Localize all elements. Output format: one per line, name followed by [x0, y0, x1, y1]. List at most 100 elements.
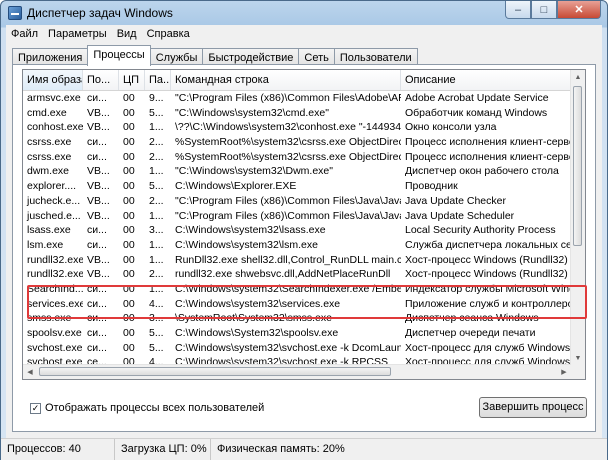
table-row[interactable]: csrss.exe си... 00 2... %SystemRoot%\system3…	[23, 150, 572, 165]
table-cell: %SystemRoot%\system32\csrss.exe ObjectDi…	[175, 150, 401, 163]
table-cell: Диспетчер окон рабочего стола	[405, 165, 559, 178]
table-row[interactable]: lsass.exe си... 00 3... C:\Windows\system32\…	[23, 223, 572, 238]
column-description[interactable]: Описание	[401, 70, 572, 90]
scrollbar-corner	[571, 365, 585, 379]
table-cell: conhost.exe	[27, 121, 83, 134]
table-cell: 1...	[149, 165, 164, 178]
window-title: Диспетчер задач Windows	[27, 6, 173, 20]
scroll-up-icon[interactable]: ▲	[571, 70, 585, 84]
tab-strip: Приложения Процессы Службы Быстродействи…	[12, 45, 418, 66]
table-row[interactable]: csrss.exe си... 00 2... %SystemRoot%\system3…	[23, 135, 572, 150]
table-row[interactable]: SearchInd... си... 00 1... C:\Windows\system…	[23, 282, 572, 297]
scroll-left-icon[interactable]: ◀	[23, 365, 37, 379]
table-row[interactable]: services.exe си... 00 4... C:\Windows\system…	[23, 297, 572, 312]
table-row[interactable]: armsvc.exe си... 00 9... "C:\Program Files (…	[23, 91, 572, 106]
end-process-button[interactable]: Завершить процесс	[479, 397, 587, 418]
menu-view[interactable]: Вид	[112, 28, 142, 40]
maximize-button[interactable]: □	[531, 1, 557, 19]
table-cell: 9...	[149, 92, 164, 104]
table-cell: services.exe	[27, 297, 83, 310]
table-cell: 00	[123, 282, 135, 295]
table-cell: Adobe Acrobat Update Service	[405, 92, 549, 104]
tab-processes[interactable]: Процессы	[87, 45, 151, 66]
table-cell: VB...	[87, 209, 110, 222]
table-cell: explorer....	[27, 180, 77, 193]
table-row[interactable]: explorer.... VB... 00 5... C:\Windows\Explor…	[23, 179, 572, 194]
table-row[interactable]: rundll32.exe VB... 00 1... RunDll32.exe shel…	[23, 253, 572, 268]
table-cell: си...	[87, 136, 107, 149]
table-cell: Хост-процесс Windows (Rundll32)	[405, 268, 568, 281]
table-row[interactable]: rundll32.exe VB... 00 2... rundll32.exe shwe…	[23, 267, 572, 282]
table-cell: C:\Windows\system32\SearchIndexer.exe /E…	[175, 282, 401, 295]
table-cell: 00	[123, 312, 135, 325]
table-cell: \??\C:\Windows\system32\conhost.exe "-14…	[175, 121, 401, 134]
table-cell: 2...	[149, 150, 164, 163]
close-button[interactable]: ✕	[557, 1, 601, 19]
table-cell: Служба диспетчера локальных сеансов	[405, 238, 572, 251]
scroll-right-icon[interactable]: ▶	[557, 365, 571, 379]
table-cell: VB...	[87, 180, 110, 193]
table-cell: Хост-процесс для служб Windows	[405, 341, 571, 354]
table-cell: 00	[123, 106, 135, 119]
minimize-button[interactable]: –	[505, 1, 531, 19]
table-row[interactable]: jusched.e... VB... 00 1... "C:\Program Files…	[23, 209, 572, 224]
table-row[interactable]: lsm.exe си... 00 1... C:\Windows\system32\ls…	[23, 238, 572, 253]
column-user[interactable]: По...	[83, 70, 119, 90]
table-row[interactable]: conhost.exe VB... 00 1... \??\C:\Windows\sys…	[23, 120, 572, 135]
status-bar: Процессов: 40 Загрузка ЦП: 0% Физическая…	[1, 438, 607, 460]
table-cell: dwm.exe	[27, 165, 70, 178]
horizontal-scrollbar[interactable]: ◀ ▶	[23, 364, 571, 379]
table-cell: Диспетчер очереди печати	[405, 327, 536, 339]
table-row[interactable]: jucheck.e... VB... 00 2... "C:\Program Files…	[23, 194, 572, 209]
table-cell: 00	[123, 121, 135, 134]
show-all-processes-checkbox[interactable]: ✓	[30, 402, 41, 414]
show-all-processes-option[interactable]: ✓ Отображать процессы всех пользователей	[30, 402, 264, 414]
table-cell: Индексатор службы Microsoft Window...	[405, 282, 572, 295]
table-cell: %SystemRoot%\system32\csrss.exe ObjectDi…	[175, 136, 401, 149]
table-cell: 1...	[149, 238, 164, 251]
table-cell: VB...	[87, 106, 110, 119]
table-cell: C:\Windows\System32\spoolsv.exe	[175, 327, 339, 339]
table-cell: 00	[123, 194, 135, 207]
table-cell: C:\Windows\Explorer.EXE	[175, 180, 297, 193]
status-cpu: Загрузка ЦП: 0%	[115, 439, 211, 460]
table-cell: Проводник	[405, 180, 458, 193]
vertical-scroll-thumb[interactable]	[573, 86, 582, 246]
table-cell: 5...	[149, 327, 164, 339]
column-image-name[interactable]: Имя образа	[23, 70, 83, 90]
processes-panel: Имя образа По... ЦП Па... Командная стро…	[12, 64, 596, 432]
status-memory: Физическая память: 20%	[217, 443, 345, 455]
menu-options[interactable]: Параметры	[43, 28, 112, 40]
table-cell: Диспетчер сеанса Windows	[405, 312, 539, 325]
table-row[interactable]: dwm.exe VB... 00 1... "C:\Windows\system32\D…	[23, 164, 572, 179]
table-cell: 00	[123, 136, 135, 149]
table-row[interactable]: smss.exe си... 00 3... \SystemRoot\System32\…	[23, 311, 572, 326]
column-cpu[interactable]: ЦП	[119, 70, 145, 90]
table-cell: 00	[123, 268, 135, 281]
table-cell: 5...	[149, 180, 164, 193]
process-list[interactable]: Имя образа По... ЦП Па... Командная стро…	[22, 69, 586, 380]
table-cell: smss.exe	[27, 312, 72, 325]
table-cell: "C:\Windows\system32\cmd.exe"	[175, 106, 329, 119]
column-command-line[interactable]: Командная строка	[171, 70, 401, 90]
scroll-down-icon[interactable]: ▼	[571, 351, 585, 365]
table-cell: RunDll32.exe shell32.dll,Control_RunDLL …	[175, 253, 401, 266]
table-cell: 3...	[149, 224, 164, 237]
table-row[interactable]: cmd.exe VB... 00 5... "C:\Windows\system32\c…	[23, 106, 572, 121]
table-cell: 00	[123, 253, 135, 266]
table-row[interactable]: svchost.exe си... 00 5... C:\Windows\system3…	[23, 341, 572, 356]
show-all-processes-label: Отображать процессы всех пользователей	[45, 402, 265, 414]
menu-help[interactable]: Справка	[142, 28, 195, 40]
table-cell: csrss.exe	[27, 136, 72, 149]
title-bar[interactable]: Диспетчер задач Windows – □ ✕	[1, 1, 607, 25]
horizontal-scroll-thumb[interactable]	[39, 367, 391, 376]
window-controls: – □ ✕	[505, 1, 601, 19]
table-cell: jucheck.e...	[27, 194, 81, 207]
table-row[interactable]: spoolsv.exe си... 00 5... C:\Windows\System3…	[23, 326, 572, 341]
table-cell: 00	[123, 150, 135, 163]
menu-file[interactable]: Файл	[6, 28, 43, 40]
table-cell: armsvc.exe	[27, 92, 81, 104]
vertical-scrollbar[interactable]: ▲ ▼	[570, 70, 585, 365]
table-cell: 00	[123, 165, 135, 178]
column-memory[interactable]: Па...	[145, 70, 171, 90]
